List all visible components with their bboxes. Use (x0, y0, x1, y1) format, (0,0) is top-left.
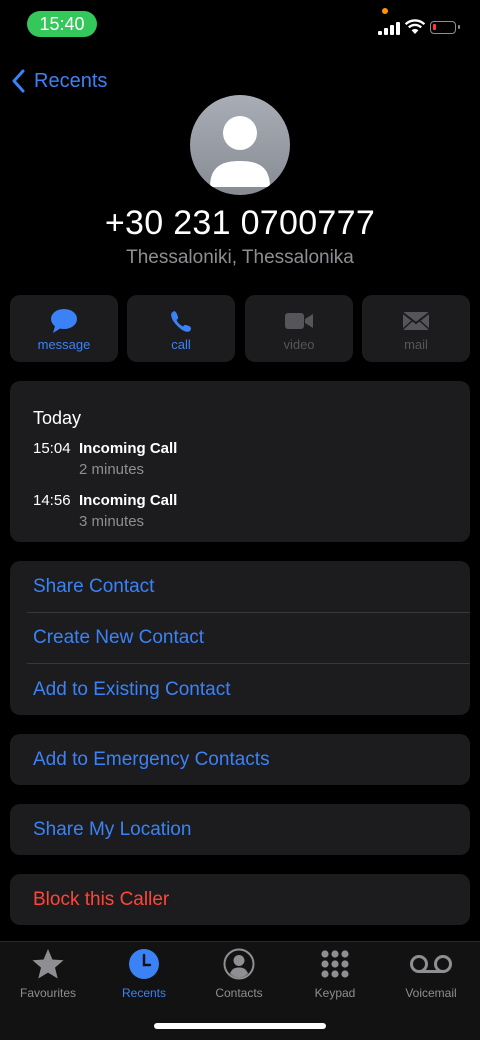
add-to-existing-contact-button[interactable]: Add to Existing Contact (10, 664, 470, 715)
share-my-location-label: Share My Location (33, 819, 192, 840)
tab-label: Recents (121, 986, 167, 1000)
share-my-location-button[interactable]: Share My Location (10, 804, 470, 855)
mail-button[interactable]: mail (362, 295, 470, 362)
tab-label: Voicemail (405, 986, 457, 1000)
caller-location: Thessaloniki, Thessalonika (126, 247, 354, 268)
envelope-icon (402, 312, 430, 330)
clock-icon (129, 949, 159, 979)
call-type: Incoming Call (79, 492, 178, 509)
call-label: call (171, 337, 191, 352)
cellular-signal-icon (378, 21, 400, 35)
voicemail-icon (410, 955, 452, 973)
message-button[interactable]: message (10, 295, 118, 362)
phone-icon (171, 311, 191, 332)
share-contact-label: Share Contact (33, 576, 155, 597)
create-new-contact-label: Create New Contact (33, 627, 205, 648)
privacy-indicator-dot (382, 8, 388, 14)
create-new-contact-button[interactable]: Create New Contact (10, 612, 470, 663)
call-type: Incoming Call (79, 440, 178, 457)
wifi-icon (404, 19, 426, 35)
tab-voicemail[interactable]: Voicemail (383, 945, 479, 1005)
block-caller-button[interactable]: Block this Caller (10, 874, 470, 925)
back-button[interactable]: Recents (12, 66, 107, 96)
tab-favourites[interactable]: Favourites (0, 945, 96, 1005)
video-camera-icon (285, 313, 313, 329)
home-indicator (154, 1023, 326, 1029)
tab-keypad[interactable]: Keypad (287, 945, 383, 1005)
add-to-emergency-contacts-label: Add to Emergency Contacts (33, 749, 270, 770)
chevron-left-icon (12, 69, 25, 93)
back-label: Recents (34, 69, 108, 92)
call-button[interactable]: call (127, 295, 235, 362)
block-caller-label: Block this Caller (33, 889, 170, 910)
mail-label: mail (404, 337, 428, 352)
battery-icon (430, 21, 460, 34)
person-circle-icon (223, 948, 255, 980)
phone-number: +30 231 0700777 (104, 204, 376, 242)
person-silhouette-icon (210, 116, 270, 187)
tab-label: Favourites (19, 986, 77, 1000)
call-time: 15:04 (33, 440, 71, 457)
share-contact-button[interactable]: Share Contact (10, 561, 470, 612)
message-label: message (37, 337, 91, 352)
message-bubble-icon (51, 309, 77, 333)
call-duration: 3 minutes (79, 513, 145, 530)
add-to-existing-contact-label: Add to Existing Contact (33, 679, 231, 700)
tab-recents[interactable]: Recents (96, 945, 192, 1005)
add-to-emergency-contacts-button[interactable]: Add to Emergency Contacts (10, 734, 470, 785)
call-history-heading: Today (33, 408, 82, 428)
tab-label: Contacts (215, 986, 263, 1000)
avatar (190, 95, 290, 195)
call-duration: 2 minutes (79, 461, 145, 478)
status-time: 15:40 (27, 11, 97, 37)
video-button[interactable]: video (245, 295, 353, 362)
keypad-icon (321, 950, 349, 978)
tab-label: Keypad (314, 986, 356, 1000)
star-icon (32, 949, 64, 979)
call-time: 14:56 (33, 492, 71, 509)
tab-contacts[interactable]: Contacts (191, 945, 287, 1005)
video-label: video (283, 337, 315, 352)
